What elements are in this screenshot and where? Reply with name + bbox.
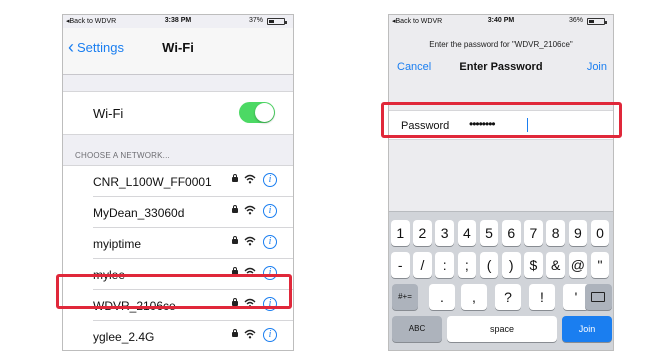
battery-percent: 36% <box>568 17 583 24</box>
key-symbol[interactable]: ) <box>502 252 521 278</box>
wifi-icon <box>244 205 256 215</box>
key-8[interactable]: 8 <box>546 220 565 246</box>
page-title: Enter Password <box>459 61 543 73</box>
space-key[interactable]: space <box>447 316 557 342</box>
wifi-toggle-row: Wi-Fi <box>63 91 293 135</box>
lock-icon <box>232 205 238 213</box>
network-row[interactable]: yglee_2.4G i <box>63 321 293 350</box>
wifi-toggle[interactable] <box>239 102 275 123</box>
info-icon[interactable]: i <box>263 235 277 249</box>
key-symbol[interactable]: " <box>590 252 610 278</box>
lock-icon <box>232 329 238 337</box>
key-symbol[interactable]: @ <box>568 252 588 278</box>
status-bar: ◂Back to WDVR 3:38 PM 37% <box>63 15 293 28</box>
delete-icon <box>591 292 605 302</box>
key-symbol[interactable]: & <box>546 252 565 278</box>
network-name: myiptime <box>93 237 142 251</box>
lock-icon <box>232 236 238 244</box>
key-7[interactable]: 7 <box>524 220 543 246</box>
enter-password-screen: ◂Back to WDVR 3:40 PM 36% Enter the pass… <box>388 14 614 351</box>
network-row[interactable]: MyDean_33060d i <box>63 197 293 228</box>
key-punctuation[interactable]: , <box>461 284 487 310</box>
network-name: CNR_L100W_FF0001 <box>93 175 212 189</box>
info-icon[interactable]: i <box>263 173 277 187</box>
key-4[interactable]: 4 <box>457 220 477 246</box>
password-prompt: Enter the password for "WDVR_2106ce" <box>429 40 573 49</box>
key-punctuation[interactable]: ! <box>529 284 555 310</box>
key-symbol[interactable]: $ <box>524 252 543 278</box>
highlight-box <box>381 102 622 138</box>
battery-icon <box>267 18 287 25</box>
wifi-icon <box>244 329 256 339</box>
lock-icon <box>232 174 238 182</box>
wifi-icon <box>244 236 256 246</box>
key-symbol[interactable]: ; <box>457 252 477 278</box>
network-name: MyDean_33060d <box>93 206 185 220</box>
info-icon[interactable]: i <box>263 328 277 342</box>
key-1[interactable]: 1 <box>391 220 410 246</box>
navigation-bar: Cancel Enter Password Join <box>389 55 613 79</box>
key-3[interactable]: 3 <box>435 220 454 246</box>
battery-icon <box>587 18 607 25</box>
key-0[interactable]: 0 <box>590 220 610 246</box>
info-icon[interactable]: i <box>263 204 277 218</box>
wifi-icon <box>244 174 256 184</box>
key-6[interactable]: 6 <box>502 220 521 246</box>
toggle-knob <box>255 103 274 122</box>
network-list: CNR_L100W_FF0001 i MyDean_33060d i myiptime i… <box>63 165 293 350</box>
keyboard: 1 2 3 4 5 6 7 8 9 0- /:;() $ & @ " #+=.,?! ' ABC space Join <box>389 211 613 350</box>
battery-percent: 37% <box>248 17 263 24</box>
key-9[interactable]: 9 <box>568 220 588 246</box>
key-symbol[interactable]: ( <box>479 252 499 278</box>
network-name: yglee_2.4G <box>93 330 155 344</box>
key-punctuation[interactable]: . <box>429 284 455 310</box>
key-2[interactable]: 2 <box>413 220 432 246</box>
key-5[interactable]: 5 <box>479 220 499 246</box>
key-symbol[interactable]: : <box>435 252 454 278</box>
abc-key[interactable]: ABC <box>392 316 442 342</box>
join-button[interactable]: Join <box>587 61 607 73</box>
key-punctuation[interactable]: ? <box>495 284 521 310</box>
key-symbol[interactable]: - <box>391 252 410 278</box>
section-header: CHOOSE A NETWORK... <box>75 151 170 160</box>
wifi-label: Wi-Fi <box>93 106 124 121</box>
keyboard-join-key[interactable]: Join <box>562 316 612 342</box>
network-row[interactable]: myiptime i <box>63 228 293 259</box>
highlight-box <box>56 274 292 309</box>
symbols-switch-key[interactable]: #+= <box>392 284 418 310</box>
page-title: Wi-Fi <box>162 40 194 55</box>
status-bar: ◂Back to WDVR 3:40 PM 36% <box>389 15 613 28</box>
network-row[interactable]: CNR_L100W_FF0001 i <box>63 166 293 197</box>
key-symbol[interactable]: / <box>413 252 432 278</box>
delete-key[interactable] <box>585 284 612 310</box>
navigation-bar: ‹ Settings Wi-Fi <box>63 28 293 75</box>
